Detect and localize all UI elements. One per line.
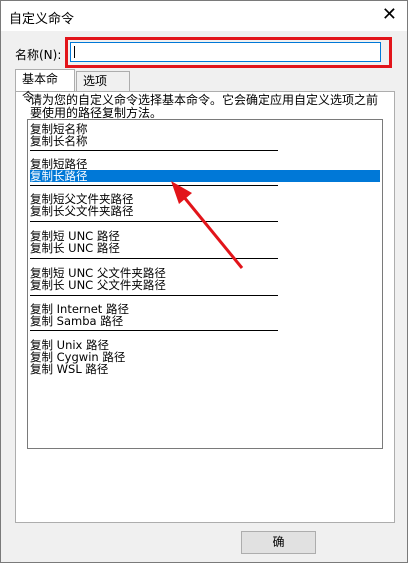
tab-basic-command[interactable]: 基本命令 <box>15 69 75 104</box>
custom-command-dialog: 自定义命令 ✕ 名称(N): 基本命令 选项 请为您的自定义命令选择基本命令。它… <box>0 0 408 563</box>
